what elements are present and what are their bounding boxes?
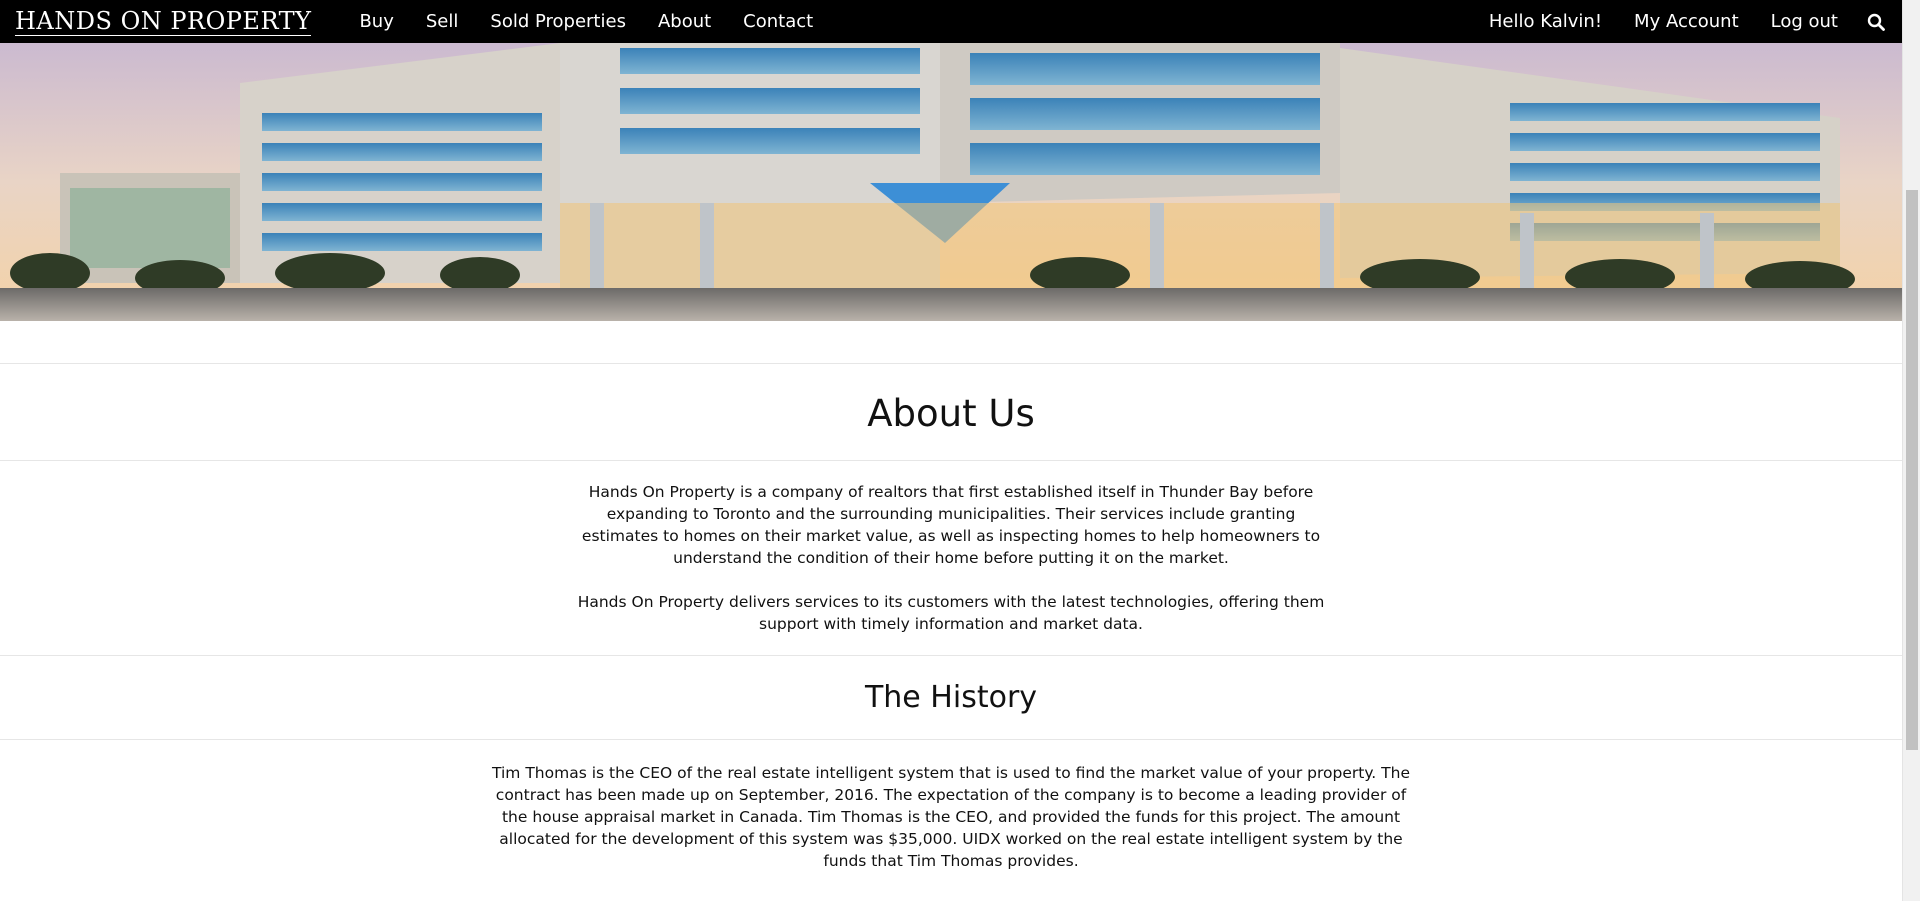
- nav-my-account[interactable]: My Account: [1618, 11, 1755, 32]
- history-paragraph: Tim Thomas is the CEO of the real estate…: [492, 764, 1410, 870]
- search-button[interactable]: [1858, 4, 1894, 40]
- page-scrollbar[interactable]: [1902, 0, 1920, 901]
- user-greeting[interactable]: Hello Kalvin!: [1473, 11, 1618, 32]
- history-section: Tim Thomas is the CEO of the real estate…: [0, 740, 1902, 894]
- nav-sold-properties[interactable]: Sold Properties: [474, 11, 642, 32]
- scrollbar-thumb[interactable]: [1906, 190, 1918, 750]
- office-building-illustration: [0, 43, 1902, 321]
- brand-logo[interactable]: HANDS ON PROPERTY: [15, 8, 312, 36]
- nav-links: Buy Sell Sold Properties About Contact: [343, 11, 829, 32]
- hero-banner-image: [0, 43, 1902, 321]
- nav-about[interactable]: About: [642, 11, 727, 32]
- nav-log-out[interactable]: Log out: [1755, 11, 1854, 32]
- about-paragraph-2: Hands On Property delivers services to i…: [577, 593, 1325, 633]
- history-heading: The History: [864, 680, 1038, 715]
- nav-sell[interactable]: Sell: [410, 11, 475, 32]
- about-paragraph-1: Hands On Property is a company of realto…: [581, 483, 1321, 567]
- main-content: About Us Hands On Property is a company …: [0, 321, 1902, 894]
- search-icon: [1867, 13, 1885, 31]
- nav-contact[interactable]: Contact: [727, 11, 829, 32]
- top-navbar: HANDS ON PROPERTY Buy Sell Sold Properti…: [0, 0, 1902, 43]
- about-us-heading: About Us: [867, 392, 1035, 435]
- nav-buy[interactable]: Buy: [343, 11, 409, 32]
- about-us-section: Hands On Property is a company of realto…: [0, 461, 1902, 655]
- nav-user-area: Hello Kalvin! My Account Log out: [1473, 4, 1894, 40]
